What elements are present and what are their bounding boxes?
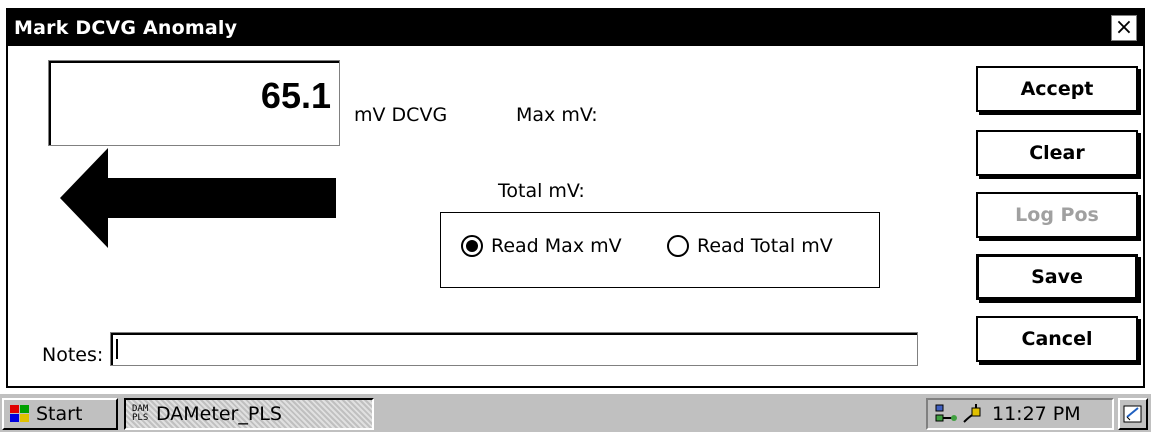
total-mv-label: Total mV: [498,180,585,202]
unit-label: mV DCVG [354,104,448,126]
desktop-icon [1123,405,1142,423]
notes-label: Notes: [42,344,104,366]
text-caret [116,339,118,359]
start-label: Start [36,403,83,425]
read-max-label: Read Max mV [491,235,622,257]
desktop-button[interactable] [1118,398,1148,430]
close-button[interactable]: × [1111,15,1137,41]
read-max-radio[interactable]: Read Max mV [461,235,622,257]
read-total-label: Read Total mV [697,235,833,257]
cancel-button[interactable]: Cancel [976,316,1138,362]
radio-unselected-icon [667,235,689,257]
dialog-title: Mark DCVG Anomaly [14,17,238,39]
notes-input[interactable] [110,332,918,366]
log-pos-button[interactable]: Log Pos [976,192,1138,238]
read-mode-group: Read Max mV Read Total mV [440,212,880,288]
max-mv-label: Max mV: [516,104,598,126]
read-total-radio[interactable]: Read Total mV [667,235,833,257]
mark-dcvg-dialog: Mark DCVG Anomaly × 65.1 mV DCVG Max mV:… [6,8,1145,388]
radio-selected-icon [461,235,483,257]
system-tray: 11:27 PM [926,398,1114,430]
start-button[interactable]: Start [2,398,118,430]
left-arrow-icon [60,148,336,248]
network-icon[interactable] [934,402,958,426]
power-plug-icon[interactable] [960,402,984,426]
windows-logo-icon [10,405,29,422]
task-dameter-pls[interactable]: DAM PLS DAMeter_PLS [124,398,374,430]
clock[interactable]: 11:27 PM [992,403,1081,425]
app-icon: DAM PLS [132,404,149,423]
accept-button[interactable]: Accept [976,66,1138,112]
save-button[interactable]: Save [976,254,1138,300]
taskbar: Start DAM PLS DAMeter_PLS 11:27 PM [0,392,1151,432]
close-icon: × [1114,15,1134,40]
clear-button[interactable]: Clear [976,130,1138,176]
task-label: DAMeter_PLS [156,403,282,425]
title-bar: Mark DCVG Anomaly × [8,10,1143,46]
dcvg-reading-display: 65.1 [48,60,340,146]
dcvg-reading-value: 65.1 [260,75,331,116]
